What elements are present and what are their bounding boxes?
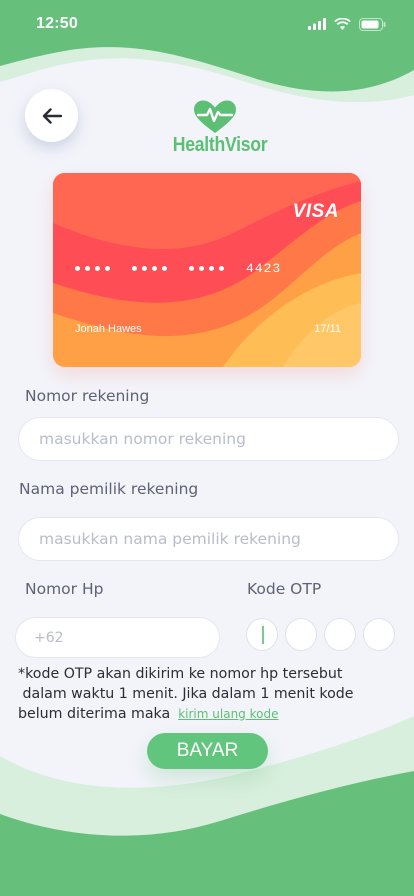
otp-digit-1[interactable] bbox=[246, 618, 278, 651]
footer-wave bbox=[0, 716, 414, 896]
account-number-input[interactable] bbox=[39, 430, 398, 448]
note-line: *kode OTP akan dikirim ke nomor hp terse… bbox=[18, 666, 343, 682]
card-brand: VISA bbox=[292, 201, 339, 222]
arrow-left-icon bbox=[42, 107, 62, 124]
card-number: 4423 bbox=[75, 261, 281, 276]
masked-group bbox=[132, 266, 167, 271]
otp-digit-2[interactable] bbox=[285, 618, 317, 651]
masked-group bbox=[75, 266, 110, 271]
signal-icon bbox=[308, 18, 326, 30]
pay-button[interactable]: BAYAR bbox=[147, 733, 268, 769]
card-last4: 4423 bbox=[246, 261, 282, 276]
battery-icon bbox=[359, 17, 386, 31]
note-line: belum diterima maka bbox=[18, 706, 171, 722]
otp-digit-3[interactable] bbox=[324, 618, 356, 651]
account-holder-label: Nama pemilik rekening bbox=[19, 480, 199, 498]
phone-input[interactable] bbox=[34, 629, 219, 646]
account-holder-field[interactable] bbox=[18, 517, 399, 561]
otp-label: Kode OTP bbox=[247, 580, 322, 598]
healthvisor-logo: HealthVisor bbox=[167, 100, 268, 160]
phone-label: Nomor Hp bbox=[25, 580, 104, 598]
card-holder: Jonah Hawes bbox=[75, 323, 142, 335]
heart-pulse-icon bbox=[194, 100, 236, 133]
bank-card[interactable]: VISA 4423 Jonah Hawes 17/11 bbox=[53, 173, 361, 367]
back-button[interactable] bbox=[25, 89, 78, 142]
account-number-label: Nomor rekening bbox=[25, 387, 150, 405]
resend-code-link[interactable]: kirim ulang kode bbox=[178, 707, 278, 721]
logo-text: HealthVisor bbox=[172, 134, 268, 156]
account-holder-input[interactable] bbox=[39, 530, 398, 548]
note-line: dalam waktu 1 menit. Jika dalam 1 menit … bbox=[18, 686, 354, 702]
wifi-icon bbox=[334, 18, 351, 30]
card-expiry: 17/11 bbox=[314, 323, 341, 335]
status-bar: 12:50 bbox=[0, 0, 414, 48]
masked-group bbox=[189, 266, 224, 271]
otp-digit-4[interactable] bbox=[363, 618, 395, 651]
account-number-field[interactable] bbox=[18, 417, 399, 461]
otp-note: *kode OTP akan dikirim ke nomor hp terse… bbox=[18, 664, 398, 724]
phone-field[interactable] bbox=[15, 617, 220, 658]
text-cursor bbox=[262, 626, 264, 644]
status-time: 12:50 bbox=[36, 15, 78, 32]
